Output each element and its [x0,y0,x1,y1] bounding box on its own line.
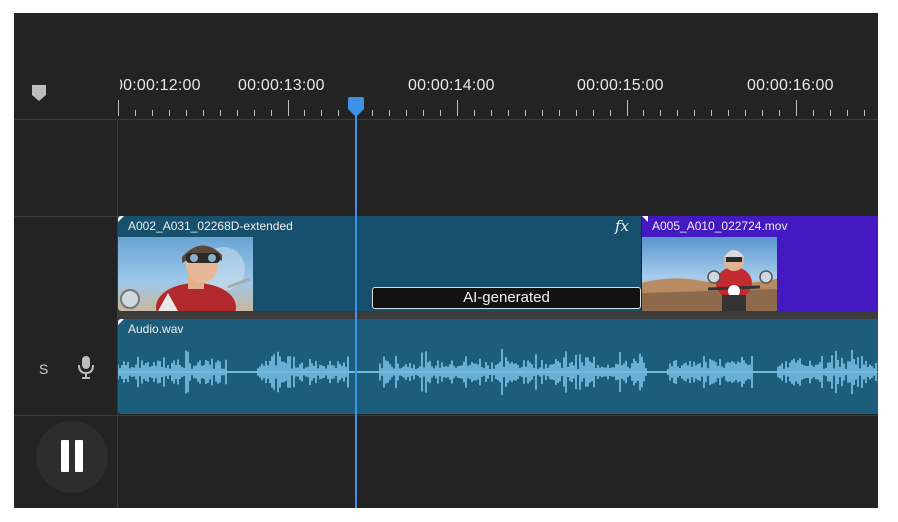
microphone-icon[interactable] [78,355,94,379]
ruler-tick [423,110,425,116]
ruler-tick [626,100,628,116]
fx-icon[interactable]: fx [615,217,629,235]
ruler-tick [745,110,747,116]
timeline-panel: 00:00:12:00 00:00:13:00 00:00:14:00 00:0… [14,13,878,508]
video-clip[interactable]: A005_A010_022724.mov [642,216,878,311]
clip-trim-handle[interactable] [118,216,124,222]
ruler-tick [338,110,340,116]
ruler-tick [202,110,204,116]
ruler-tick [829,110,831,116]
clip-name: A002_A031_02268D-extended [128,219,293,233]
ruler-tick [575,110,577,116]
clip-thumbnail [642,237,777,311]
ruler-tick [677,110,679,116]
ruler-tick [558,110,560,116]
ruler-tick [253,110,255,116]
track-gap [118,311,878,319]
ruler-tick [321,110,323,116]
audio-clip[interactable]: Audio.wav [118,319,878,414]
ruler-tick [118,100,119,116]
ruler-tick [643,110,645,116]
marker-icon[interactable] [32,85,46,101]
ruler-tick [440,110,442,116]
ruler-tick [406,110,408,116]
audio-waveform [118,349,878,395]
ruler-tick [711,110,713,116]
ruler-tick [796,100,797,116]
timecode-label: 00:00:15:00 [577,77,664,94]
pause-button[interactable] [36,421,108,493]
ruler-tick [389,110,391,116]
ruler-tick [779,110,781,116]
ruler-tick [372,110,374,116]
time-ruler[interactable]: 00:00:12:00 00:00:13:00 00:00:14:00 00:0… [14,13,878,119]
timecode-label: 00:00:12:00 [114,77,201,94]
ruler-tick [490,110,492,116]
ruler-tick [694,110,696,116]
solo-button[interactable]: S [39,361,48,377]
clip-trim-handle[interactable] [642,216,648,222]
clip-name: Audio.wav [128,322,184,336]
ruler-tick [457,100,458,116]
ruler-tick [151,110,153,116]
ai-generated-badge: AI-generated [372,287,641,309]
pause-icon [75,440,83,472]
timecode-label: 00:00:16:00 [747,77,834,94]
ruler-tick [185,110,187,116]
clip-thumbnail [118,237,253,311]
ruler-divider [14,119,878,120]
ruler-tick [541,110,543,116]
ruler-tick [473,110,475,116]
ruler-tick [660,110,662,116]
ruler-tick [762,110,764,116]
ruler-tick [609,110,611,116]
ruler-tick [592,110,594,116]
ruler-tick [304,110,306,116]
ruler-tick [236,110,238,116]
timecode-label: 00:00:13:00 [238,77,325,94]
ruler-tick [270,110,272,116]
ruler-tick [168,110,170,116]
ruler-tick [863,110,865,116]
clip-name: A005_A010_022724.mov [652,219,788,233]
ruler-tick [507,110,509,116]
ruler-tick [287,100,289,116]
ruler-tick [219,110,221,116]
pause-icon [61,440,69,472]
ruler-tick [812,110,814,116]
timecode-label: 00:00:14:00 [408,77,495,94]
row-divider [14,415,878,416]
ruler-tick [846,110,848,116]
ruler-tick [524,110,526,116]
ruler-tick [134,110,136,116]
playhead-handle[interactable] [347,97,365,117]
ruler-tick [728,110,730,116]
playhead-line[interactable] [355,105,357,508]
clip-trim-handle[interactable] [118,319,124,325]
